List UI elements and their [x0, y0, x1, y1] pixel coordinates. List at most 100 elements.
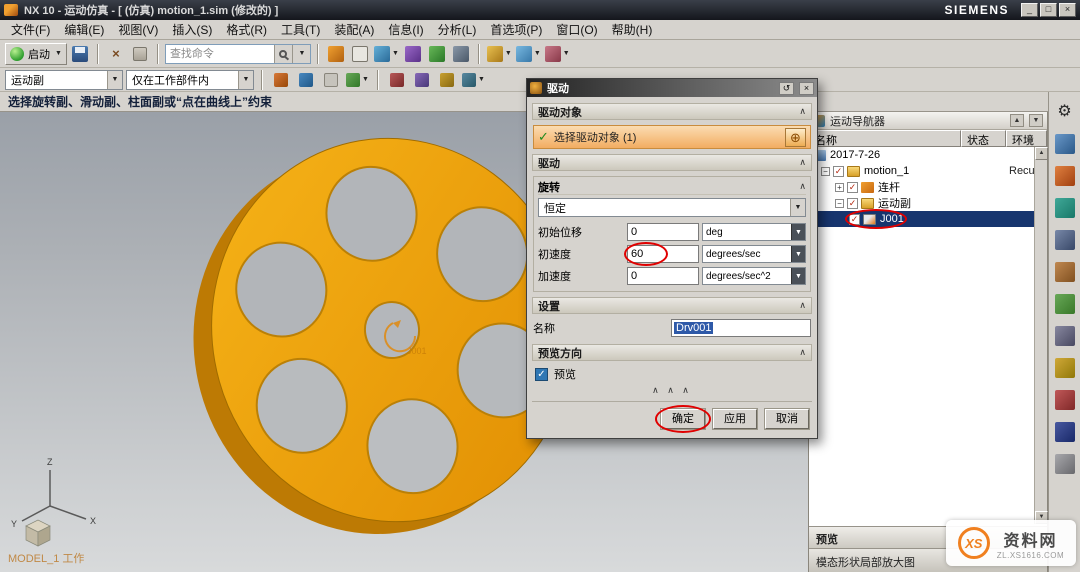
- fit-view-button[interactable]: [450, 43, 472, 65]
- tree-row-motion[interactable]: − ✓ motion_1 Recurd: [809, 163, 1034, 179]
- snap-endpoint-button[interactable]: [295, 69, 317, 91]
- dialog-close-button[interactable]: ×: [799, 81, 814, 95]
- save-button[interactable]: [69, 43, 91, 65]
- window-layout-button[interactable]: ▼: [515, 43, 542, 65]
- maximize-button[interactable]: □: [1040, 3, 1057, 17]
- collapse-expander-icon[interactable]: −: [821, 166, 830, 176]
- wireframe-view-button[interactable]: [349, 43, 371, 65]
- snap-intersection-button[interactable]: [386, 69, 408, 91]
- assembly-navigator-icon[interactable]: [1054, 134, 1075, 154]
- acceleration-unit-combo[interactable]: degrees/sec^2 ▼: [702, 267, 806, 285]
- render-style-button[interactable]: ▼: [486, 43, 513, 65]
- select-drive-object-row[interactable]: ✓ 选择驱动对象 (1) ⊕: [533, 125, 811, 149]
- separator: [477, 43, 480, 64]
- drive-section[interactable]: 驱动 ∧: [532, 154, 812, 171]
- start-button[interactable]: 启动 ▼: [5, 42, 67, 65]
- scroll-up-icon[interactable]: ▲: [1035, 147, 1048, 160]
- navigator-collapse-button[interactable]: ▲: [1010, 114, 1024, 127]
- initial-displacement-input[interactable]: [627, 223, 699, 241]
- navigator-scrollbar[interactable]: ▲ ▼: [1034, 147, 1048, 524]
- search-input[interactable]: [165, 45, 274, 62]
- menu-format[interactable]: 格式(R): [219, 19, 274, 40]
- cut-button[interactable]: ×: [105, 43, 127, 65]
- name-value-selected: Drv001: [674, 322, 714, 334]
- preview-checkbox[interactable]: ✓: [535, 367, 548, 381]
- hd3d-tools-icon[interactable]: [1054, 262, 1075, 282]
- paste-button[interactable]: [129, 43, 151, 65]
- system-materials-icon[interactable]: [1054, 454, 1075, 474]
- history-icon[interactable]: [1054, 326, 1075, 346]
- velocity-unit-combo[interactable]: degrees/sec ▼: [702, 245, 806, 263]
- menu-window[interactable]: 窗口(O): [549, 19, 604, 40]
- display-options-button[interactable]: ▼: [544, 43, 571, 65]
- manufacturing-wizard-icon[interactable]: [1054, 390, 1075, 410]
- apply-button[interactable]: 应用: [713, 409, 757, 429]
- part-navigator-icon[interactable]: [1054, 198, 1075, 218]
- settings-section[interactable]: 设置 ∧: [532, 297, 812, 314]
- menu-insert[interactable]: 插入(S): [165, 19, 219, 40]
- dialog-reset-button[interactable]: ↺: [779, 81, 794, 95]
- tree-row-date[interactable]: 2017-7-26: [809, 147, 1034, 163]
- snap-midpoint-button[interactable]: [320, 69, 342, 91]
- search-dropdown-button[interactable]: ▼: [291, 44, 310, 63]
- name-input[interactable]: Drv001: [671, 319, 811, 337]
- motion-checkbox[interactable]: ✓: [833, 165, 844, 177]
- menu-tools[interactable]: 工具(T): [274, 19, 327, 40]
- snap-quadrant-button[interactable]: [411, 69, 433, 91]
- process-studio-icon[interactable]: [1054, 358, 1075, 378]
- tree-row-j001[interactable]: ✓ J001: [809, 209, 1034, 229]
- rotate-view-button[interactable]: [426, 43, 448, 65]
- scope-filter-combo[interactable]: 仅在工作部件内 ▼: [126, 69, 254, 90]
- snap-point-button[interactable]: [270, 69, 292, 91]
- menu-edit[interactable]: 编辑(E): [57, 19, 111, 40]
- snap-tangent-button[interactable]: [436, 69, 458, 91]
- drive-object-section[interactable]: 驱动对象 ∧: [532, 103, 812, 120]
- type-filter-combo[interactable]: 运动副 ▼: [5, 69, 123, 90]
- orient-view-button[interactable]: ▼: [373, 43, 400, 65]
- snap-options-button[interactable]: ▼: [461, 69, 486, 91]
- collapse-expander-icon[interactable]: −: [835, 198, 844, 208]
- preview-direction-section[interactable]: 预览方向 ∧: [532, 344, 812, 361]
- search-button[interactable]: [273, 44, 292, 63]
- links-checkbox[interactable]: ✓: [847, 181, 858, 193]
- menu-analysis[interactable]: 分析(L): [431, 19, 484, 40]
- menu-assembly[interactable]: 装配(A): [327, 19, 381, 40]
- roles-icon[interactable]: [1054, 422, 1075, 442]
- menu-preferences[interactable]: 首选项(P): [483, 19, 549, 40]
- j001-checkbox[interactable]: ✓: [849, 213, 860, 225]
- dialog-collapse-handle[interactable]: ∧ ∧ ∧: [532, 385, 812, 398]
- initial-velocity-input[interactable]: [627, 245, 699, 263]
- column-status[interactable]: 状态: [961, 130, 1006, 147]
- menu-file[interactable]: 文件(F): [4, 19, 57, 40]
- web-browser-icon[interactable]: [1054, 294, 1075, 314]
- zoom-button[interactable]: [402, 43, 424, 65]
- navigator-menu-button[interactable]: ▼: [1029, 114, 1043, 127]
- joints-checkbox[interactable]: ✓: [847, 197, 858, 209]
- cancel-button[interactable]: 取消: [765, 409, 809, 429]
- snap-center-button[interactable]: ▼: [345, 69, 370, 91]
- gear-icon[interactable]: ⚙: [1055, 102, 1075, 122]
- window-layout-icon: [515, 45, 532, 62]
- expand-icon[interactable]: +: [835, 182, 844, 192]
- close-button[interactable]: ×: [1059, 3, 1076, 17]
- select-object-button[interactable]: ⊕: [785, 127, 806, 147]
- menu-view[interactable]: 视图(V): [111, 19, 165, 40]
- profile-combo[interactable]: 恒定 ▼: [538, 198, 806, 217]
- shaded-view-button[interactable]: [325, 43, 347, 65]
- ok-button[interactable]: 确定: [655, 405, 711, 433]
- menu-information[interactable]: 信息(I): [381, 19, 430, 40]
- column-environment[interactable]: 环境: [1006, 130, 1047, 147]
- dialog-title-bar[interactable]: 驱动 ↺ ×: [527, 79, 817, 97]
- column-name[interactable]: 名称: [809, 130, 961, 147]
- active-part-label: MODEL_1 工作: [8, 553, 85, 565]
- displacement-unit-combo[interactable]: deg ▼: [702, 223, 806, 241]
- rotation-group: 旋转 ∧ 恒定 ▼ 初始位移 deg ▼ 初速度: [533, 176, 811, 292]
- tree-row-links[interactable]: + ✓ 连杆: [809, 179, 1034, 195]
- rotation-subsection[interactable]: 旋转 ∧: [538, 179, 806, 195]
- menu-help[interactable]: 帮助(H): [605, 19, 660, 40]
- acceleration-input[interactable]: [627, 267, 699, 285]
- tree-row-joints[interactable]: − ✓ 运动副: [809, 195, 1034, 211]
- minimize-button[interactable]: _: [1021, 3, 1038, 17]
- constraint-navigator-icon[interactable]: [1054, 166, 1075, 186]
- reuse-library-icon[interactable]: [1054, 230, 1075, 250]
